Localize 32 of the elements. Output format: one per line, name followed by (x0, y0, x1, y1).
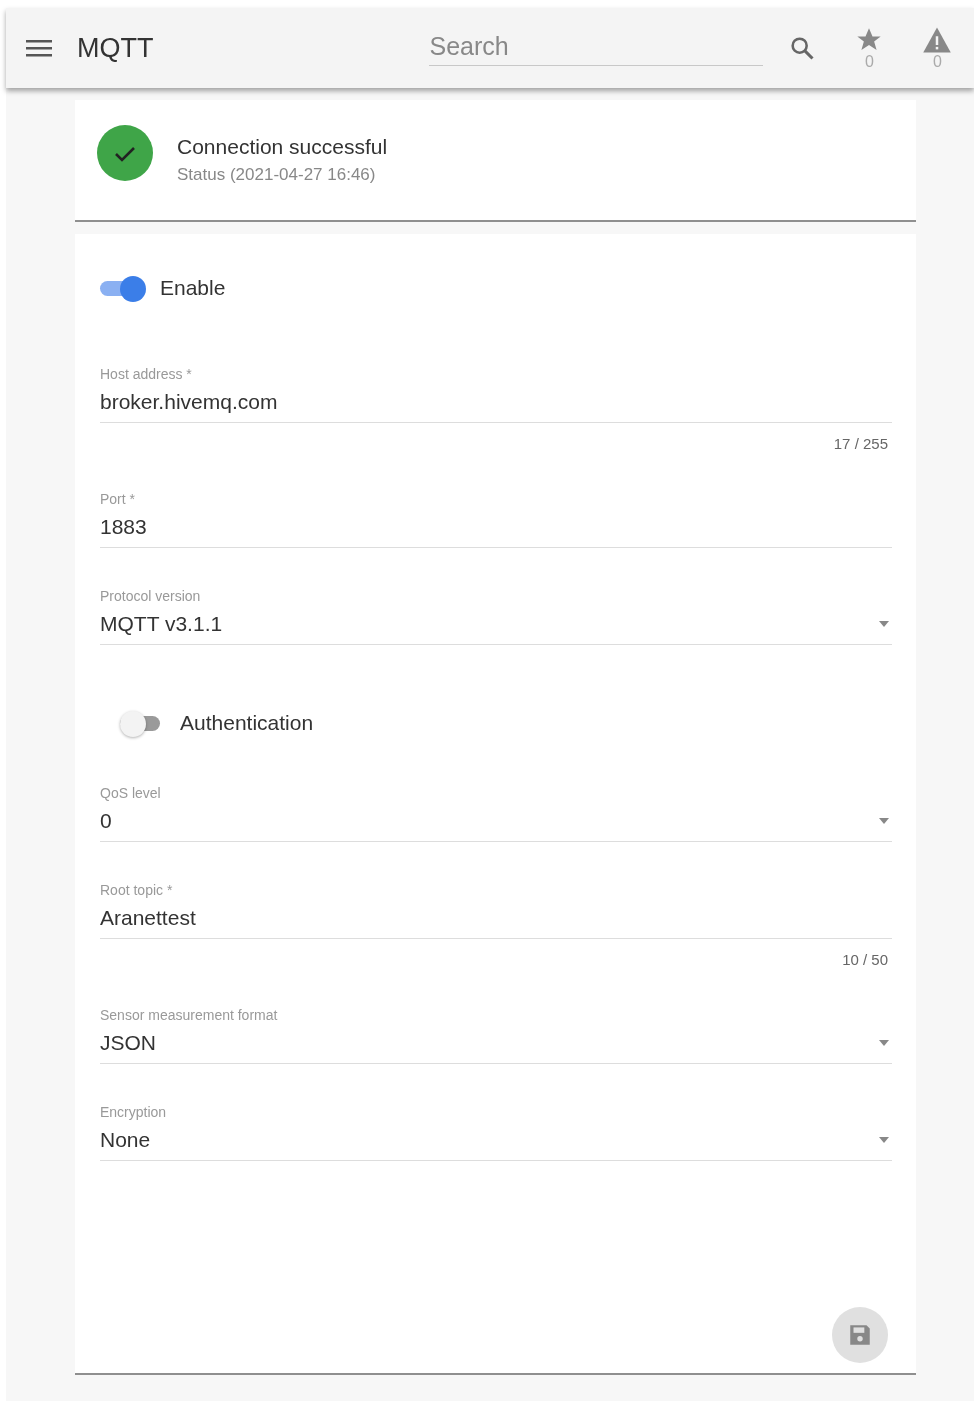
select-field[interactable]: JSON (100, 1023, 892, 1064)
character-counter: 10 / 50 (842, 951, 888, 968)
input-field[interactable]: Aranettest (100, 898, 892, 939)
select-field[interactable]: MQTT v3.1.1 (100, 604, 892, 645)
caret-icon (878, 620, 890, 628)
field-label: Encryption (100, 1104, 168, 1120)
character-counter: 17 / 255 (833, 435, 888, 452)
save-button[interactable] (832, 1307, 888, 1363)
toggle-label: Enable (160, 276, 226, 300)
select-field[interactable]: 0 (100, 801, 892, 842)
field-label: Sensor measurement format (100, 1007, 279, 1023)
status-title: Connection successful (177, 135, 388, 159)
field-label: QoS level (100, 785, 162, 801)
input-field[interactable]: broker.hivemq.com (100, 382, 892, 423)
count-label: 0 (933, 54, 942, 70)
page-title: MQTT (77, 32, 154, 64)
toggle-switch[interactable] (100, 274, 148, 302)
field-label: Root topic * (100, 882, 174, 898)
caret-icon (878, 1039, 890, 1047)
warning-icon (922, 26, 953, 54)
search-field[interactable]: Search (429, 30, 764, 66)
select-field[interactable]: None (100, 1120, 892, 1161)
menu-icon[interactable] (26, 38, 54, 58)
input-field[interactable]: 1883 (100, 507, 892, 548)
caret-icon (878, 817, 890, 825)
caret-icon (878, 1136, 890, 1144)
count-label: 0 (865, 54, 874, 70)
toggle-label: Authentication (180, 711, 314, 735)
field-label: Protocol version (100, 588, 202, 604)
status-timestamp: Status (2021-04-27 16:46) (177, 165, 377, 185)
field-label: Host address * (100, 366, 193, 382)
field-label: Port * (100, 491, 136, 507)
